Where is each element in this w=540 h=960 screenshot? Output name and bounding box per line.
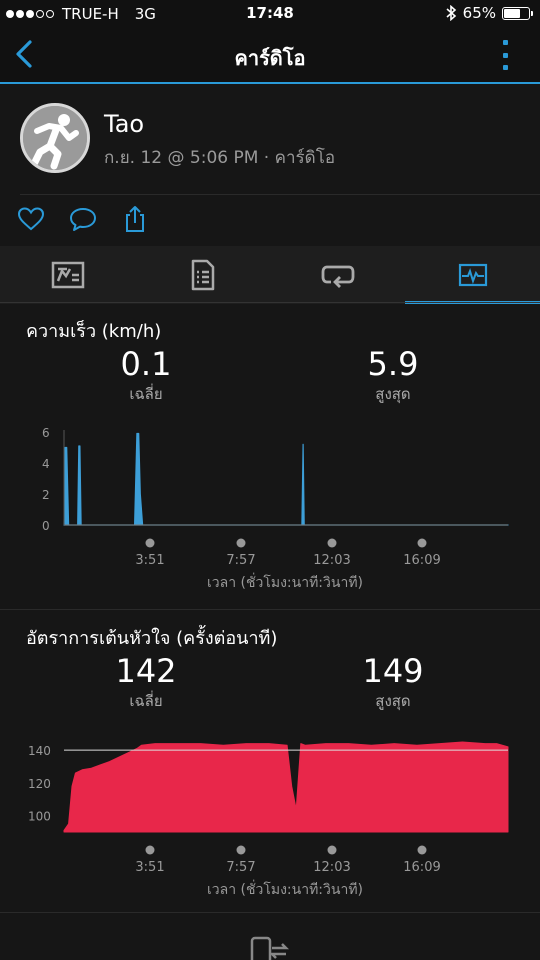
heart-rate-chart-svg: 100 120 140 3:51 7:57 12:03 16:09 เวลา (ชั่วโมง… (28, 741, 509, 898)
activity-tabs (0, 246, 540, 304)
speed-max-label: สูงสุด (375, 385, 411, 403)
more-dot (502, 65, 508, 70)
share-button[interactable] (120, 204, 150, 234)
divider (0, 912, 540, 913)
speed-max-value: 5.9 (367, 345, 419, 383)
comment-button[interactable] (68, 204, 98, 234)
x-tick-dot (327, 538, 337, 548)
phone-sync-icon[interactable] (246, 934, 292, 960)
battery-fill (504, 8, 520, 18)
x-tick-label: 16:09 (403, 860, 440, 875)
y-tick-label: 100 (28, 810, 51, 824)
x-tick-label: 3:51 (135, 860, 164, 875)
charts-icon (458, 263, 487, 287)
y-tick-label: 140 (28, 744, 51, 758)
user-name[interactable]: Tao (104, 110, 144, 138)
tab-laps[interactable] (270, 246, 405, 304)
y-tick-label: 0 (42, 519, 50, 533)
x-tick-label: 3:51 (135, 553, 164, 568)
x-tick-dot (417, 538, 427, 548)
speed-average: 0.1 เฉลี่ย (46, 346, 246, 406)
x-tick-label: 12:03 (313, 553, 350, 568)
nav-bar: คาร์ดิโอ (0, 28, 540, 84)
y-tick-label: 6 (42, 426, 50, 440)
heart-rate-title: อัตราการเต้นหัวใจ (ครั้งต่อนาที) (26, 628, 278, 649)
x-tick-label: 16:09 (403, 553, 440, 568)
status-bar: TRUE-H 3G 17:48 65% (0, 0, 540, 28)
tab-charts[interactable] (405, 246, 540, 304)
x-tick-dot (236, 538, 246, 548)
speed-max: 5.9 สูงสุด (293, 346, 493, 406)
tab-divider (0, 302, 540, 303)
x-axis-title: เวลา (ชั่วโมง:นาที:วินาที) (207, 573, 363, 591)
x-tick-dot (236, 845, 246, 855)
more-options-button[interactable] (500, 40, 510, 70)
divider (0, 609, 540, 610)
x-tick-dot (417, 845, 427, 855)
runner-icon (23, 106, 87, 170)
heart-rate-average-value: 142 (115, 652, 177, 690)
y-tick-label: 2 (42, 488, 50, 502)
y-tick-label: 4 (42, 457, 50, 471)
heart-icon (17, 207, 45, 231)
divider (20, 194, 540, 195)
speed-chart-svg: 0 2 4 6 3:51 7:57 12:03 16:09 เวลา (ชั่วโมง:นาที… (42, 426, 509, 591)
activity-header: Tao ก.ย. 12 @ 5:06 PM · คาร์ดิโอ (0, 86, 540, 196)
heart-rate-average-label: เฉลี่ย (129, 692, 163, 710)
series-area (63, 432, 509, 526)
heart-rate-max-value: 149 (362, 652, 424, 690)
bluetooth-icon (446, 5, 456, 21)
speed-title: ความเร็ว (km/h) (26, 321, 162, 342)
like-button[interactable] (16, 204, 46, 234)
details-icon (191, 259, 214, 291)
heart-rate-chart[interactable]: 100 120 140 3:51 7:57 12:03 16:09 เวลา (ชั่วโมง… (0, 717, 540, 902)
x-axis-title: เวลา (ชั่วโมง:นาที:วินาที) (207, 880, 363, 898)
series-area (63, 741, 509, 833)
x-tick-dot (145, 538, 155, 548)
battery-percent: 65% (462, 4, 496, 22)
battery-icon (502, 6, 533, 20)
activity-subtitle: ก.ย. 12 @ 5:06 PM · คาร์ดิโอ (104, 148, 336, 168)
tab-details[interactable] (135, 246, 270, 304)
summary-icon (51, 261, 84, 289)
avatar[interactable] (20, 103, 90, 173)
speed-chart[interactable]: 0 2 4 6 3:51 7:57 12:03 16:09 เวลา (ชั่วโมง:นาที… (0, 410, 540, 595)
heart-rate-average: 142 เฉลี่ย (46, 653, 246, 713)
x-tick-dot (327, 845, 337, 855)
speed-average-value: 0.1 (120, 345, 172, 383)
more-dot (502, 40, 508, 45)
laps-icon (321, 265, 354, 288)
social-actions (0, 196, 540, 244)
more-dot (502, 52, 508, 58)
page-title: คาร์ดิโอ (234, 46, 306, 70)
x-tick-label: 7:57 (226, 860, 255, 875)
tab-summary[interactable] (0, 246, 135, 304)
x-tick-label: 12:03 (313, 860, 350, 875)
heart-rate-max-label: สูงสุด (375, 692, 411, 710)
y-tick-label: 120 (28, 777, 51, 791)
x-tick-dot (145, 845, 155, 855)
share-icon (126, 206, 144, 232)
heart-rate-max: 149 สูงสุด (293, 653, 493, 713)
speed-average-label: เฉลี่ย (129, 385, 163, 403)
comment-icon (70, 208, 96, 231)
x-tick-label: 7:57 (226, 553, 255, 568)
